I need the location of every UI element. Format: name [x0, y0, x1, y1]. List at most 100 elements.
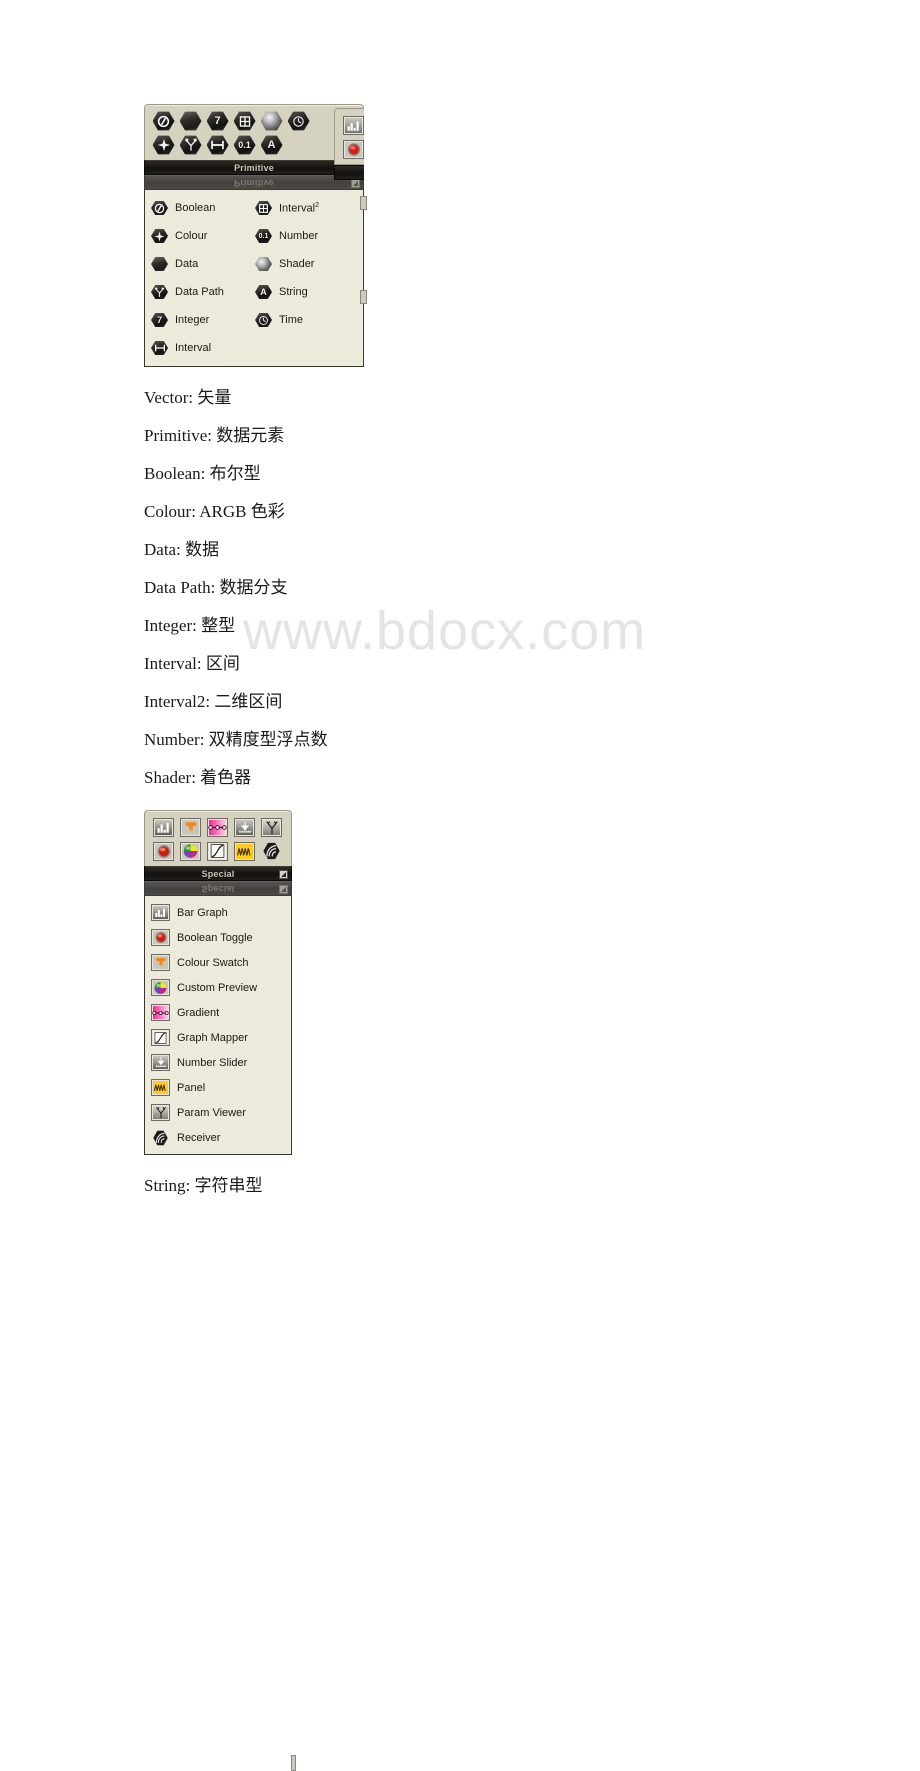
toolbar-custom-preview-icon[interactable] — [178, 840, 203, 862]
toolbar-param-viewer-icon[interactable] — [259, 816, 284, 838]
menu-item-time[interactable]: Time — [253, 306, 357, 334]
menu-item-string[interactable]: A String — [253, 278, 357, 306]
toolbar-colour-swatch-icon[interactable] — [178, 816, 203, 838]
adjacent-bar-graph-icon[interactable] — [341, 114, 364, 136]
toolbar-gradient-icon[interactable] — [205, 816, 230, 838]
menu-item-interval2[interactable]: Interval2 — [253, 194, 357, 222]
menu-item-label: Boolean Toggle — [177, 931, 253, 944]
toolbar-interval2-icon[interactable] — [232, 110, 257, 132]
data-path-icon — [151, 284, 168, 300]
menu-item-bar-graph[interactable]: Bar Graph — [149, 900, 289, 925]
menu-item-data-path[interactable]: Data Path — [149, 278, 253, 306]
param-viewer-icon — [151, 1104, 170, 1121]
colour-swatch-icon — [151, 954, 170, 971]
toolbar-bar-graph-icon[interactable] — [151, 816, 176, 838]
primitive-dropdown-menu: Boolean Colour Data Data Path 7 Integer … — [144, 190, 364, 367]
special-titlebar[interactable]: Special — [144, 866, 292, 881]
toolbar-shader-icon[interactable] — [259, 110, 284, 132]
pin-icon-reflection — [279, 885, 288, 894]
menu-item-label: Number Slider — [177, 1056, 248, 1069]
glossary-line: Shader: 着色器 — [144, 768, 252, 787]
menu-item-label: Data Path — [175, 286, 224, 298]
menu-item-label: Data — [175, 258, 199, 270]
menu-item-panel[interactable]: Panel — [149, 1075, 289, 1100]
menu-item-interval[interactable]: Interval — [149, 334, 253, 362]
string-icon: A — [255, 284, 272, 300]
menu-item-data[interactable]: Data — [149, 250, 253, 278]
glossary-line: Number: 双精度型浮点数 — [144, 730, 328, 749]
special-menu-column: Bar Graph Boolean Toggle Colour Swatch C… — [149, 900, 289, 1150]
glossary-line: Colour: ARGB 色彩 — [144, 502, 285, 521]
menu-item-colour[interactable]: Colour — [149, 222, 253, 250]
menu-item-boolean-toggle[interactable]: Boolean Toggle — [149, 925, 289, 950]
special-title: Special — [201, 868, 235, 879]
adjacent-boolean-toggle-icon[interactable] — [341, 138, 364, 160]
menu-item-label: Boolean — [175, 202, 216, 214]
toolbar-integer-icon[interactable]: 7 — [205, 110, 230, 132]
primitive-toolbar: 7 0.1 A — [144, 104, 364, 160]
menu-item-graph-mapper[interactable]: Graph Mapper — [149, 1025, 289, 1050]
menu-item-param-viewer[interactable]: Param Viewer — [149, 1100, 289, 1125]
footer-glossary-line: String: 字符串型 — [144, 1176, 263, 1195]
menu-item-label: Panel — [177, 1081, 206, 1094]
toolbar-time-icon[interactable] — [286, 110, 311, 132]
primitive-titlebar-reflection: Primitive — [144, 175, 364, 190]
glossary-line: Interval: 区间 — [144, 654, 240, 673]
menu-item-label: Time — [279, 314, 304, 326]
gradient-icon — [151, 1004, 170, 1021]
menu-scroll-sliver-top[interactable] — [360, 196, 367, 210]
toolbar-data-path-icon[interactable] — [178, 134, 203, 156]
menu-item-number-slider[interactable]: Number Slider — [149, 1050, 289, 1075]
toolbar-colour-icon[interactable] — [151, 134, 176, 156]
number-slider-icon — [151, 1054, 170, 1071]
document-body: 7 0.1 A Primitive Primitive Boolean Colo… — [0, 0, 920, 1771]
special-panel: Special Special Bar Graph Boolean Toggle… — [144, 810, 296, 1771]
toolbar-number-icon[interactable]: 0.1 — [232, 134, 257, 156]
receiver-icon — [151, 1129, 170, 1146]
time-icon — [255, 312, 272, 328]
number-icon: 0.1 — [255, 228, 272, 244]
toolbar-boolean-icon[interactable] — [151, 110, 176, 132]
primitive-menu-column-left: Boolean Colour Data Data Path 7 Integer … — [149, 194, 253, 362]
toolbar-string-icon[interactable]: A — [259, 134, 284, 156]
integer-icon: 7 — [151, 312, 168, 328]
menu-item-number[interactable]: 0.1 Number — [253, 222, 357, 250]
toolbar-number-slider-icon[interactable] — [232, 816, 257, 838]
menu-item-colour-swatch[interactable]: Colour Swatch — [149, 950, 289, 975]
toolbar-interval-icon[interactable] — [205, 134, 230, 156]
menu-item-label: Interval2 — [279, 201, 319, 215]
primitive-title-reflection: Primitive — [234, 177, 274, 188]
glossary-line: Primitive: 数据元素 — [144, 426, 285, 445]
glossary-list: Vector: 矢量 Primitive: 数据元素 Boolean: 布尔型 … — [144, 389, 920, 786]
toolbar-panel-icon[interactable] — [232, 840, 257, 862]
menu-item-gradient[interactable]: Gradient — [149, 1000, 289, 1025]
menu-item-receiver[interactable]: Receiver — [149, 1125, 289, 1150]
menu-item-custom-preview[interactable]: Custom Preview — [149, 975, 289, 1000]
toolbar-receiver-icon[interactable] — [259, 840, 284, 862]
special-toolbar-row-2 — [151, 840, 285, 862]
menu-item-label: Shader — [279, 258, 315, 270]
primitive-title: Primitive — [234, 162, 274, 173]
bar-graph-icon — [151, 904, 170, 921]
adjacent-toolbar-partial — [334, 108, 364, 190]
menu-item-boolean[interactable]: Boolean — [149, 194, 253, 222]
toolbar-graph-mapper-icon[interactable] — [205, 840, 230, 862]
menu-item-label: Custom Preview — [177, 981, 258, 994]
menu-item-label: Param Viewer — [177, 1106, 246, 1119]
glossary-line: Data Path: 数据分支 — [144, 578, 288, 597]
interval2-icon — [255, 200, 272, 216]
menu-scroll-sliver-bottom[interactable] — [360, 290, 367, 304]
pin-icon[interactable] — [279, 870, 288, 879]
toolbar-data-icon[interactable] — [178, 110, 203, 132]
toolbar-boolean-toggle-icon[interactable] — [151, 840, 176, 862]
menu-item-label: String — [279, 286, 308, 298]
primitive-toolbar-row-1: 7 — [151, 110, 357, 132]
colour-icon — [151, 228, 168, 244]
menu-item-integer[interactable]: 7 Integer — [149, 306, 253, 334]
boolean-icon — [151, 200, 168, 216]
glossary-line: Interval2: 二维区间 — [144, 692, 283, 711]
special-menu-scroll-sliver[interactable] — [291, 1755, 296, 1771]
primitive-titlebar[interactable]: Primitive — [144, 160, 364, 175]
graph-mapper-icon — [151, 1029, 170, 1046]
menu-item-shader[interactable]: Shader — [253, 250, 357, 278]
